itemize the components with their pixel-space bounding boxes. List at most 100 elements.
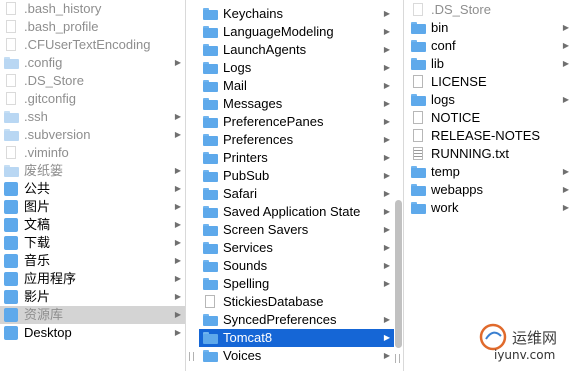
finder-item[interactable]: conf ▶ (407, 37, 573, 55)
finder-item[interactable]: Screen Savers ▶ (199, 221, 394, 239)
finder-item[interactable]: Saved Application State ▶ (199, 203, 394, 221)
finder-item[interactable]: 资源库 ▶ (0, 306, 185, 324)
finder-item[interactable]: logs ▶ (407, 91, 573, 109)
music-folder-icon (4, 254, 18, 268)
finder-item[interactable]: Spelling ▶ (199, 275, 394, 293)
finder-item[interactable]: Keychains ▶ (199, 5, 394, 23)
finder-item[interactable]: PubSub ▶ (199, 167, 394, 185)
finder-item[interactable]: LaunchAgents ▶ (199, 41, 394, 59)
disclosure-arrow-icon: ▶ (562, 95, 569, 104)
finder-item-label: 影片 (24, 289, 51, 304)
finder-item[interactable]: LICENSE (407, 73, 573, 91)
finder-item[interactable]: webapps ▶ (407, 181, 573, 199)
finder-item[interactable]: 文稿 ▶ (0, 216, 185, 234)
finder-item[interactable]: .viminfo (0, 144, 185, 162)
document-icon (6, 2, 16, 15)
finder-item[interactable]: .config ▶ (0, 54, 185, 72)
finder-item[interactable]: Services ▶ (199, 239, 394, 257)
finder-item-label: LanguageModeling (223, 24, 334, 39)
finder-item[interactable]: .bash_profile (0, 18, 185, 36)
finder-item[interactable]: RUNNING.txt (407, 145, 573, 163)
finder-item[interactable]: Printers ▶ (199, 149, 394, 167)
disclosure-arrow-icon: ▶ (174, 166, 181, 175)
document-icon (6, 74, 16, 87)
finder-item[interactable]: temp ▶ (407, 163, 573, 181)
folder-icon (411, 58, 426, 70)
finder-item[interactable]: 公共 ▶ (0, 180, 185, 198)
finder-item-label: 应用程序 (24, 271, 77, 286)
finder-item[interactable]: Sounds ▶ (199, 257, 394, 275)
disclosure-arrow-icon: ▶ (383, 117, 390, 126)
column-divider (185, 0, 186, 371)
document-icon (6, 146, 16, 159)
finder-column-library[interactable]: Keychains ▶ LanguageModeling ▶ LaunchAgents ▶… (199, 0, 394, 371)
finder-item[interactable]: .subversion ▶ (0, 126, 185, 144)
finder-item-label: .CFUserTextEncoding (24, 37, 151, 52)
finder-item[interactable]: Logs ▶ (199, 59, 394, 77)
finder-item[interactable]: 影片 ▶ (0, 288, 185, 306)
finder-item-label: .DS_Store (24, 73, 84, 88)
folder-icon (203, 98, 218, 110)
finder-item[interactable]: .gitconfig (0, 90, 185, 108)
document-icon (6, 20, 16, 33)
disclosure-arrow-icon: ▶ (383, 99, 390, 108)
finder-item[interactable]: Desktop ▶ (0, 324, 185, 342)
finder-item[interactable]: Tomcat8 ▶ (199, 329, 394, 347)
finder-item[interactable]: StickiesDatabase (199, 293, 394, 311)
finder-item[interactable]: 应用程序 ▶ (0, 270, 185, 288)
finder-item[interactable]: NOTICE (407, 109, 573, 127)
finder-item[interactable]: Voices ▶ (199, 347, 394, 365)
disclosure-arrow-icon: ▶ (383, 189, 390, 198)
finder-item[interactable]: Messages ▶ (199, 95, 394, 113)
finder-column-home[interactable]: .bash_history .bash_profile .CFUserTextEnc… (0, 0, 185, 371)
document-icon (413, 75, 423, 88)
finder-item[interactable]: Safari ▶ (199, 185, 394, 203)
finder-item[interactable]: bin ▶ (407, 19, 573, 37)
finder-item[interactable]: lib ▶ (407, 55, 573, 73)
folder-icon (203, 260, 218, 272)
finder-item[interactable]: 废纸篓 ▶ (0, 162, 185, 180)
finder-item[interactable]: .DS_Store (407, 1, 573, 19)
finder-item-label: 公共 (24, 181, 51, 196)
watermark-url-text: iyunv.com (494, 348, 556, 362)
folder-icon (411, 184, 426, 196)
finder-item[interactable]: .ssh ▶ (0, 108, 185, 126)
finder-item[interactable]: .DS_Store (0, 72, 185, 90)
column-resize-handle[interactable]: || (394, 354, 406, 366)
finder-item[interactable]: 音乐 ▶ (0, 252, 185, 270)
finder-item-label: bin (431, 20, 449, 35)
disclosure-arrow-icon: ▶ (174, 238, 181, 247)
finder-item[interactable]: work ▶ (407, 199, 573, 217)
finder-item-label: webapps (431, 182, 484, 197)
finder-item-label: PreferencePanes (223, 114, 324, 129)
scrollbar-library[interactable] (395, 200, 402, 348)
folder-icon (203, 224, 218, 236)
finder-item[interactable]: .CFUserTextEncoding (0, 36, 185, 54)
finder-item[interactable]: Preferences ▶ (199, 131, 394, 149)
finder-item[interactable]: 下载 ▶ (0, 234, 185, 252)
finder-item-label: .config (24, 55, 63, 70)
finder-item[interactable]: Mail ▶ (199, 77, 394, 95)
finder-item[interactable]: PreferencePanes ▶ (199, 113, 394, 131)
disclosure-arrow-icon: ▶ (383, 333, 390, 342)
disclosure-arrow-icon: ▶ (383, 261, 390, 270)
finder-item-label: PubSub (223, 168, 270, 183)
finder-item-label: work (431, 200, 459, 215)
finder-item[interactable]: 图片 ▶ (0, 198, 185, 216)
finder-item[interactable]: RELEASE-NOTES (407, 127, 573, 145)
finder-item-label: Screen Savers (223, 222, 309, 237)
finder-item[interactable]: .bash_history (0, 0, 185, 18)
folder-icon (203, 152, 218, 164)
disclosure-arrow-icon: ▶ (383, 153, 390, 162)
disclosure-arrow-icon: ▶ (383, 225, 390, 234)
folder-icon (411, 22, 426, 34)
finder-item-label: LaunchAgents (223, 42, 307, 57)
finder-column-tomcat8[interactable]: .DS_Store bin ▶ conf ▶ lib ▶ LICENSE logs ▶ NOTICE… (407, 0, 573, 371)
finder-item-label: Tomcat8 (223, 330, 273, 345)
finder-item-label: 文稿 (24, 217, 51, 232)
finder-item[interactable]: SyncedPreferences ▶ (199, 311, 394, 329)
finder-item-label: RELEASE-NOTES (431, 128, 541, 143)
document-icon (205, 295, 215, 308)
finder-item[interactable]: LanguageModeling ▶ (199, 23, 394, 41)
folder-icon (4, 165, 19, 177)
